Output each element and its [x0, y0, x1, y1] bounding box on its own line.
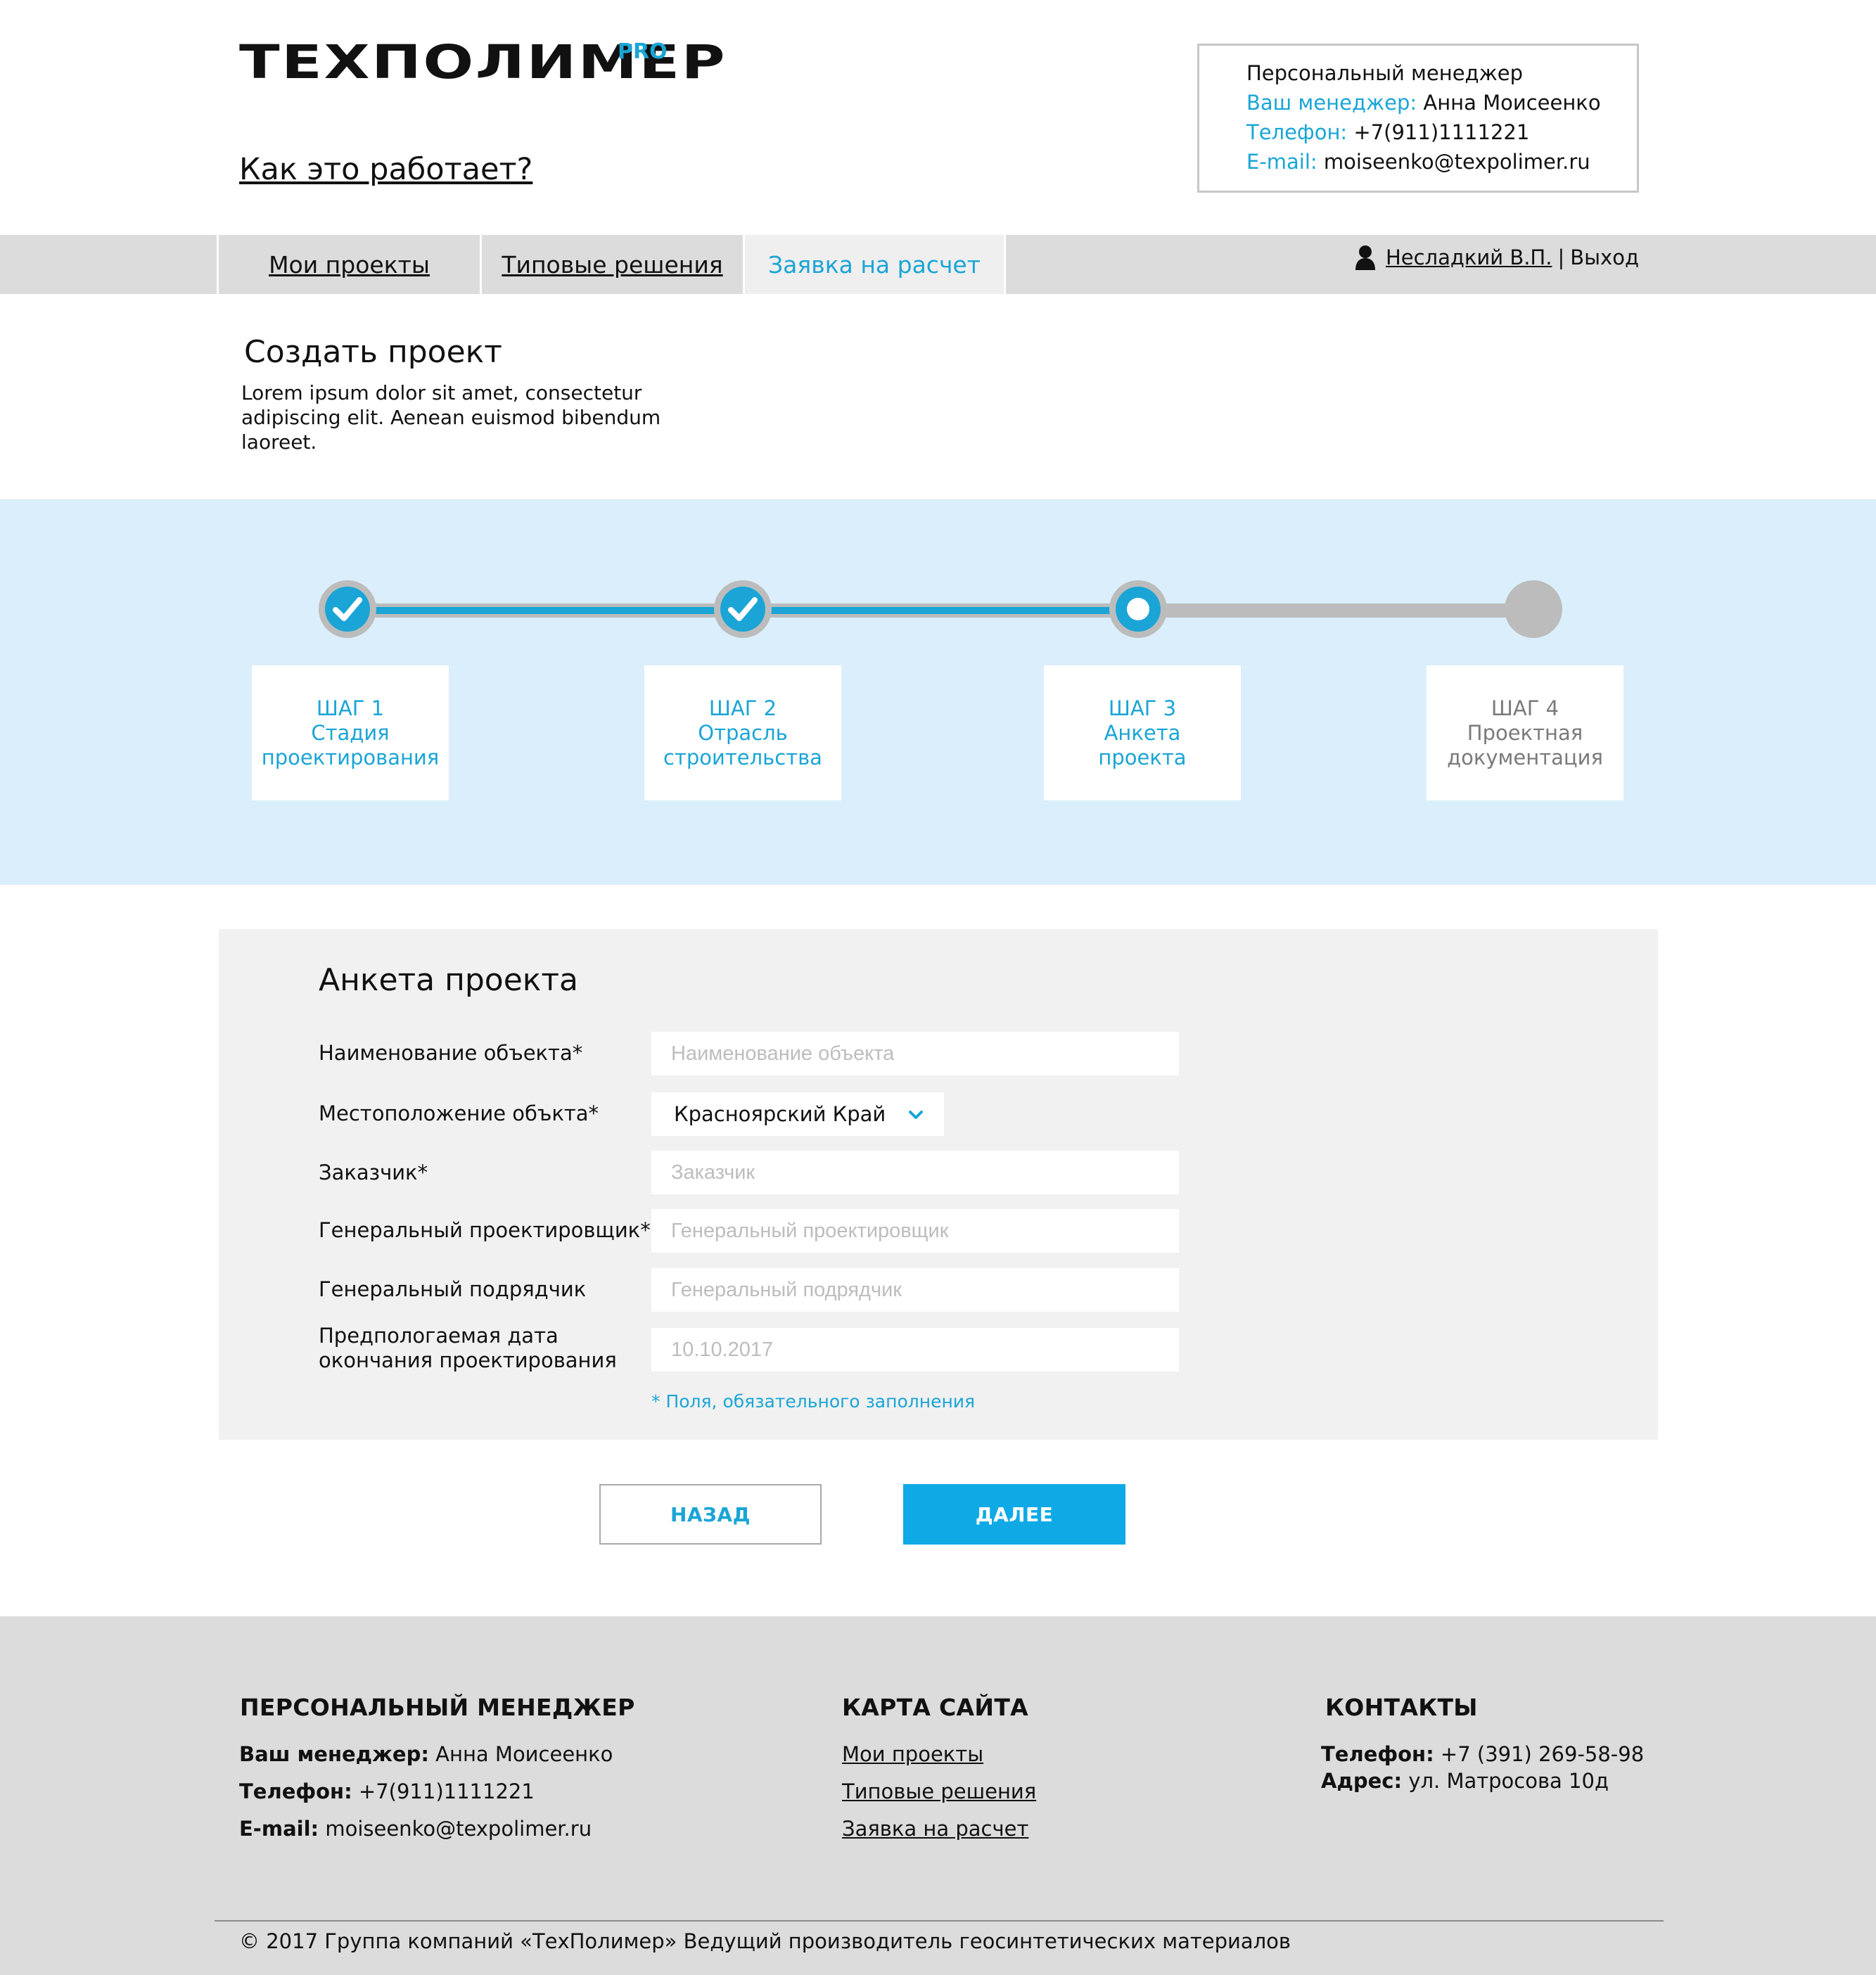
general-contractor-input[interactable] — [651, 1268, 1179, 1312]
phone-label: Телефон: — [1246, 120, 1348, 144]
step-name: Проектная — [1467, 720, 1583, 745]
required-fields-note: * Поля, обязательного заполнения — [651, 1391, 976, 1412]
footer-contacts-phone-value: +7 (391) 269-58-98 — [1440, 1742, 1645, 1766]
footer-address-value: ул. Матросова 10д — [1408, 1769, 1609, 1793]
footer-contacts-phone-label: Телефон: — [1321, 1742, 1434, 1766]
next-button[interactable]: ДАЛЕЕ — [903, 1484, 1125, 1545]
footer-link-calculation-request[interactable]: Заявка на расчет — [842, 1817, 1028, 1841]
email-value: moiseenko@texpolimer.ru — [1323, 150, 1590, 174]
footer-phone-value: +7(911)1111221 — [358, 1779, 535, 1803]
manager-box-title: Персональный менеджер — [1246, 61, 1523, 85]
end-date-label: Предпологаемая дата окончания проектиров… — [319, 1324, 617, 1373]
footer-contacts-heading: КОНТАКТЫ — [1325, 1694, 1478, 1721]
manager-label: Ваш менеджер: — [1246, 91, 1417, 115]
footer-link-my-projects[interactable]: Мои проекты — [842, 1742, 983, 1766]
customer-input[interactable] — [651, 1151, 1179, 1194]
location-select-value: Красноярский Край — [674, 1102, 886, 1126]
step-1-check-icon — [319, 580, 376, 638]
footer-manager-name: Ваш менеджер: Анна Моисеенко — [239, 1742, 613, 1766]
footer-link-typical-solutions[interactable]: Типовые решения — [842, 1779, 1036, 1803]
footer-contacts-address: Адрес: ул. Матросова 10д — [1321, 1769, 1609, 1793]
footer-manager-phone: Телефон: +7(911)1111221 — [239, 1779, 535, 1803]
chevron-down-icon — [909, 1111, 923, 1119]
how-it-works-link[interactable]: Как это работает? — [239, 152, 532, 187]
manager-value: Анна Моисеенко — [1423, 91, 1601, 115]
step-4-pending-marker — [1505, 580, 1562, 638]
user-menu: Несладкий В.П. | Выход — [1355, 245, 1639, 270]
step-name: документация — [1447, 745, 1603, 769]
footer-manager-heading: ПЕРСОНАЛЬНЫЙ МЕНЕДЖЕР — [240, 1694, 635, 1721]
manager-box-phone: Телефон: +7(911)1111221 — [1246, 120, 1529, 144]
phone-value: +7(911)1111221 — [1353, 120, 1530, 144]
customer-label: Заказчик* — [319, 1161, 428, 1184]
logo-suffix: PRO — [618, 39, 668, 64]
step-name: Анкета — [1104, 720, 1181, 745]
step-number: ШАГ 3 — [1108, 696, 1177, 720]
general-designer-input[interactable] — [651, 1209, 1179, 1253]
user-separator: | — [1557, 245, 1565, 269]
manager-box-email: E-mail: moiseenko@texpolimer.ru — [1246, 150, 1590, 174]
end-date-input[interactable] — [651, 1328, 1179, 1372]
location-select[interactable]: Красноярский Край — [651, 1092, 944, 1136]
object-name-label: Наименование объекта* — [319, 1041, 583, 1065]
step-number: ШАГ 1 — [316, 696, 385, 720]
end-date-label-line1: Предпологаемая дата — [319, 1324, 559, 1348]
page-title: Создать проект — [244, 334, 502, 370]
user-icon — [1355, 245, 1375, 270]
step-card-2[interactable]: ШАГ 2 Отрасль строительства — [644, 665, 841, 800]
step-name: Стадия — [311, 720, 390, 745]
location-label: Местоположение объкта* — [319, 1101, 599, 1125]
footer-email-value: moiseenko@texpolimer.ru — [325, 1817, 592, 1841]
footer-email-label: E-mail: — [239, 1817, 319, 1841]
footer-manager-label: Ваш менеджер: — [239, 1742, 429, 1766]
end-date-label-line2: окончания проектирования — [319, 1348, 617, 1372]
step-card-3[interactable]: ШАГ 3 Анкета проекта — [1044, 665, 1241, 800]
tab-my-projects[interactable]: Мои проекты — [217, 235, 480, 294]
copyright: © 2017 Группа компаний «ТехПолимер» Веду… — [239, 1929, 1291, 1953]
manager-box: Персональный менеджер Ваш менеджер: Анна… — [1197, 44, 1639, 193]
page-description: Lorem ipsum dolor sit amet, consectetur … — [241, 381, 661, 454]
step-connector-3-4 — [1138, 603, 1533, 618]
step-number: ШАГ 2 — [708, 696, 777, 720]
step-name: Отрасль — [698, 720, 788, 745]
step-name: строительства — [663, 745, 822, 769]
object-name-input[interactable] — [651, 1032, 1179, 1075]
tab-calculation-request[interactable]: Заявка на расчет — [743, 235, 1006, 294]
step-connector-2-3 — [743, 603, 1138, 618]
logout-link[interactable]: Выход — [1570, 245, 1639, 269]
manager-box-manager: Ваш менеджер: Анна Моисеенко — [1246, 91, 1601, 115]
form-title: Анкета проекта — [319, 962, 578, 998]
footer-sitemap-heading: КАРТА САЙТА — [842, 1694, 1028, 1721]
step-connector-1-2 — [347, 603, 743, 618]
step-card-1[interactable]: ШАГ 1 Стадия проектирования — [252, 665, 449, 800]
footer-manager-value: Анна Моисеенко — [435, 1742, 613, 1766]
user-name-link[interactable]: Несладкий В.П. — [1386, 245, 1552, 269]
email-label: E-mail: — [1246, 150, 1317, 174]
step-number: ШАГ 4 — [1491, 696, 1559, 720]
step-3-current-marker — [1109, 580, 1167, 638]
general-designer-label: Генеральный проектировщик* — [319, 1218, 651, 1242]
tab-typical-solutions[interactable]: Типовые решения — [480, 235, 743, 294]
footer-phone-label: Телефон: — [239, 1779, 352, 1803]
footer-address-label: Адрес: — [1321, 1769, 1403, 1793]
step-card-4[interactable]: ШАГ 4 Проектная документация — [1427, 665, 1623, 800]
step-name: проектирования — [261, 745, 440, 769]
footer-contacts-phone: Телефон: +7 (391) 269-58-98 — [1321, 1742, 1644, 1766]
step-2-check-icon — [714, 580, 772, 638]
general-contractor-label: Генеральный подрядчик — [319, 1277, 587, 1301]
footer-divider — [215, 1920, 1664, 1922]
footer-manager-email: E-mail: moiseenko@texpolimer.ru — [239, 1817, 592, 1841]
back-button[interactable]: НАЗАД — [599, 1484, 822, 1545]
step-name: проекта — [1098, 745, 1187, 769]
